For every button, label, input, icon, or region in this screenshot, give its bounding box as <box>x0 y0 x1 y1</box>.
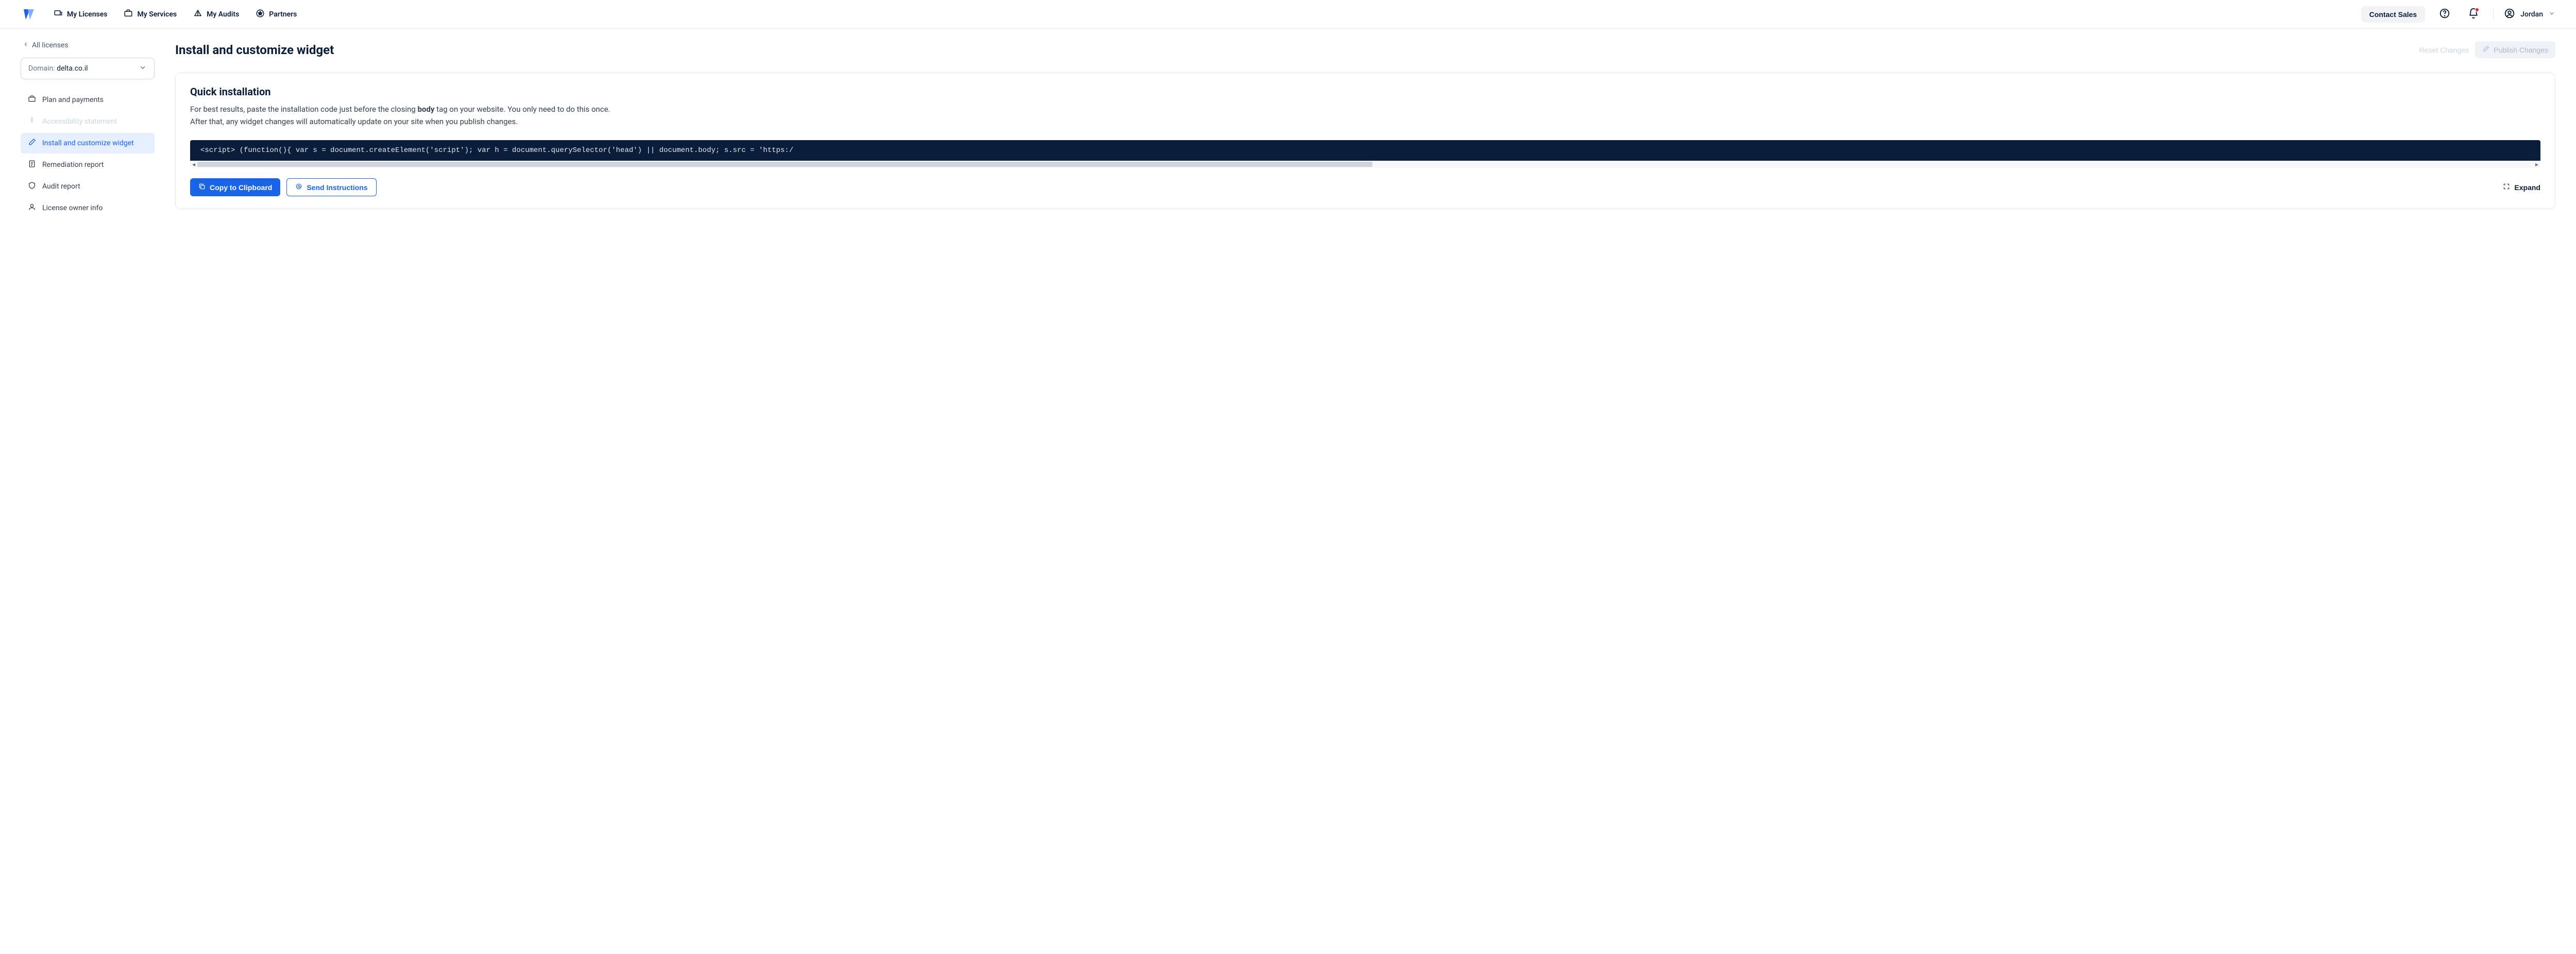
card-actions: Copy to Clipboard Send Instructions Expa… <box>190 178 2540 196</box>
star-icon <box>256 9 265 20</box>
copy-to-clipboard-button[interactable]: Copy to Clipboard <box>190 178 280 196</box>
sidebar-item-widget[interactable]: Install and customize widget <box>21 133 155 154</box>
copy-icon <box>198 183 206 192</box>
scroll-right-arrow[interactable]: ▶ <box>2533 161 2540 168</box>
briefcase-icon <box>28 95 36 105</box>
chevron-down-icon <box>139 63 147 74</box>
sidebar-item-label: License owner info <box>42 204 103 212</box>
app-logo[interactable] <box>21 6 37 23</box>
help-icon <box>2439 8 2450 21</box>
publish-changes-button: Publish Changes <box>2475 41 2555 58</box>
nav-partners[interactable]: Partners <box>256 9 297 20</box>
content-area: Install and customize widget Reset Chang… <box>175 41 2555 219</box>
quick-installation-card: Quick installation For best results, pas… <box>175 73 2555 209</box>
user-menu[interactable]: Jordan <box>2504 8 2555 21</box>
nav-label: My Licenses <box>67 10 107 19</box>
horizontal-scrollbar[interactable]: ◀ ▶ <box>190 161 2540 168</box>
user-circle-icon <box>2504 8 2515 21</box>
user-icon <box>28 203 36 213</box>
page-title: Install and customize widget <box>175 43 334 57</box>
sidebar-item-label: Plan and payments <box>42 96 104 104</box>
header-actions: Reset Changes Publish Changes <box>2419 41 2555 58</box>
domain-label: Domain: <box>28 64 55 73</box>
main-layout: All licenses Domain: delta.co.il Plan an… <box>0 29 2576 232</box>
send-instructions-button[interactable]: Send Instructions <box>286 178 376 196</box>
back-label: All licenses <box>32 41 69 49</box>
at-icon <box>295 183 302 192</box>
user-name: Jordan <box>2520 10 2543 19</box>
license-icon <box>54 9 63 20</box>
sidebar-item-label: Accessibility statement <box>42 117 117 126</box>
divider <box>2493 8 2494 21</box>
nav-label: Partners <box>269 10 297 19</box>
card-title: Quick installation <box>190 86 2540 98</box>
header-right: Contact Sales Jordan <box>2361 5 2555 24</box>
sidebar-item-statement: Accessibility statement <box>21 111 155 132</box>
audit-icon <box>193 9 202 20</box>
top-header: My Licenses My Services My Audits Partne… <box>0 0 2576 29</box>
expand-icon <box>2503 183 2510 192</box>
notification-dot <box>2475 8 2479 12</box>
domain-selector[interactable]: Domain: delta.co.il <box>21 58 155 79</box>
sidebar-item-label: Audit report <box>42 182 80 191</box>
nav-my-audits[interactable]: My Audits <box>193 9 239 20</box>
shield-icon <box>28 181 36 192</box>
domain-value: delta.co.il <box>57 64 88 73</box>
nav-my-services[interactable]: My Services <box>124 9 177 20</box>
contact-sales-button[interactable]: Contact Sales <box>2361 6 2426 23</box>
copy-label: Copy to Clipboard <box>210 183 272 192</box>
reset-changes-button: Reset Changes <box>2419 46 2469 54</box>
sidebar-item-label: Install and customize widget <box>42 139 134 147</box>
content-header: Install and customize widget Reset Chang… <box>175 41 2555 58</box>
sidebar: All licenses Domain: delta.co.il Plan an… <box>21 41 155 219</box>
chevron-down-icon <box>2548 10 2555 19</box>
nav-my-licenses[interactable]: My Licenses <box>54 9 107 20</box>
back-to-licenses[interactable]: All licenses <box>21 41 155 49</box>
installation-code[interactable]: <script> (function(){ var s = document.c… <box>190 140 2540 161</box>
code-wrapper: <script> (function(){ var s = document.c… <box>190 140 2540 168</box>
sidebar-item-label: Remediation report <box>42 161 104 169</box>
expand-button[interactable]: Expand <box>2503 183 2540 192</box>
nav-label: My Audits <box>207 10 239 19</box>
briefcase-icon <box>124 9 133 20</box>
publish-label: Publish Changes <box>2494 46 2548 54</box>
send-label: Send Instructions <box>307 183 367 192</box>
pencil-icon <box>2482 45 2489 54</box>
scroll-left-arrow[interactable]: ◀ <box>190 161 197 168</box>
help-button[interactable] <box>2435 5 2454 24</box>
sidebar-item-plan[interactable]: Plan and payments <box>21 90 155 110</box>
card-actions-left: Copy to Clipboard Send Instructions <box>190 178 377 196</box>
nav-label: My Services <box>137 10 177 19</box>
accessibility-icon <box>28 116 36 127</box>
notifications-button[interactable] <box>2464 5 2483 24</box>
document-icon <box>28 160 36 170</box>
pencil-icon <box>28 138 36 148</box>
card-description: For best results, paste the installation… <box>190 103 2540 128</box>
sidebar-item-remediation[interactable]: Remediation report <box>21 155 155 175</box>
chevron-left-icon <box>23 41 29 49</box>
header-left: My Licenses My Services My Audits Partne… <box>21 6 297 23</box>
expand-label: Expand <box>2514 183 2540 192</box>
sidebar-item-audit[interactable]: Audit report <box>21 176 155 197</box>
scroll-thumb[interactable] <box>197 162 1372 167</box>
sidebar-item-owner[interactable]: License owner info <box>21 198 155 218</box>
